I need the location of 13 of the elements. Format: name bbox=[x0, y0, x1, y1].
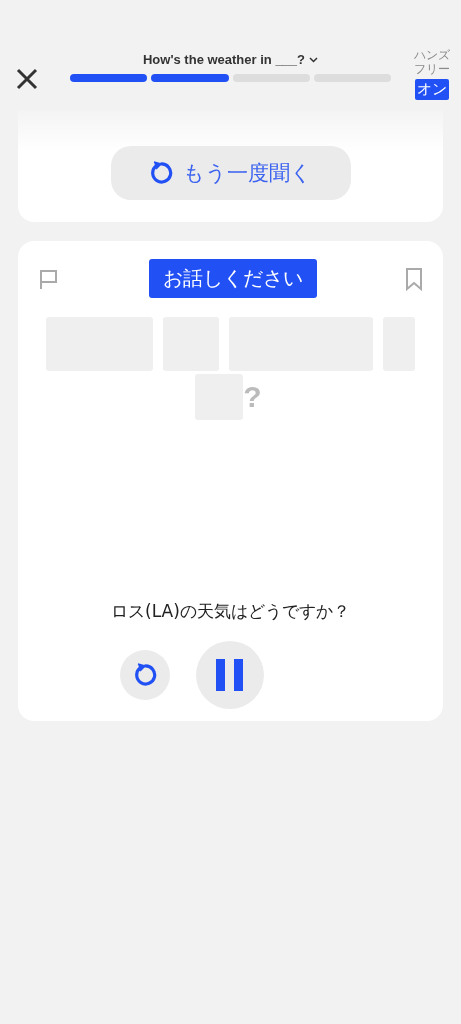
replay-icon bbox=[149, 161, 173, 185]
chevron-down-icon[interactable] bbox=[309, 56, 318, 63]
listen-again-button[interactable]: もう一度聞く bbox=[110, 146, 351, 200]
pause-icon bbox=[216, 659, 244, 691]
sentence-text: ロス(LA)の天気はどうですか？ bbox=[110, 600, 351, 623]
close-icon[interactable] bbox=[14, 66, 40, 92]
hands-free-toggle[interactable]: オン bbox=[415, 78, 449, 100]
replay-icon bbox=[133, 663, 157, 687]
speak-prompt: お話しください bbox=[148, 259, 317, 298]
question-mark: ? bbox=[243, 380, 262, 414]
lesson-title[interactable]: How's the weather in ___? bbox=[143, 52, 305, 67]
hands-free-label: ハンズフリー bbox=[413, 48, 451, 77]
replay-button[interactable] bbox=[120, 650, 170, 700]
